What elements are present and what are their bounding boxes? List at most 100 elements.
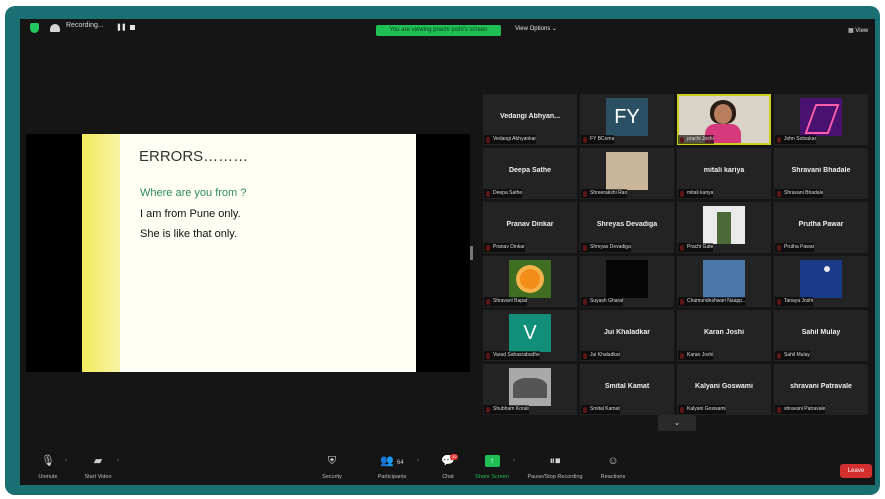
unmute-label: Unmute (38, 474, 58, 480)
share-options-caret[interactable]: ⌃ (512, 459, 516, 465)
participant-name-label: Pranav Dinkar (484, 243, 525, 252)
participant-tile[interactable]: Sahil Mulay Sahil Mulay (774, 310, 868, 361)
participant-center-name: shravani Patravale (790, 383, 852, 390)
participant-tile[interactable]: Shravani Bapat (483, 256, 577, 307)
participant-tile[interactable]: Deepa Sathe Deepa Sathe (483, 148, 577, 199)
participant-gallery: Vedangi Abhyan... Vedangi Abhyankar FY FY B… (483, 94, 868, 415)
participant-center-name: Sahil Mulay (801, 329, 841, 336)
participant-tile[interactable]: Prutha Pawar Prutha Pawar (774, 202, 868, 253)
security-button[interactable]: ⛨ Security (316, 454, 348, 480)
slide-line: I am from Pune only. (140, 208, 241, 220)
stop-recording-icon[interactable] (130, 25, 135, 30)
meeting-toolbar: 🎙 Unmute ⌃ ▰ Start Video ⌃ ⛨ Security 👥 … (20, 451, 875, 485)
participant-center-name: Deepa Sathe (508, 167, 552, 174)
shield-icon[interactable] (30, 23, 39, 33)
participant-name-label: Shreyas Devadiga (581, 243, 631, 252)
participant-name-label: Prachi Gate (678, 243, 714, 252)
participant-tile[interactable]: Prachi Gate (677, 202, 771, 253)
unmute-button[interactable]: 🎙 Unmute (28, 454, 68, 480)
view-label: View (855, 28, 869, 34)
participant-center-name: Smital Kamat (604, 383, 650, 390)
pause-stop-recording-button[interactable]: ⏸⏹ Pause/Stop Recording (522, 454, 588, 480)
recording-label: Recording... (66, 22, 104, 29)
participant-tile[interactable]: shravani Patravale shravani Patravale (774, 364, 868, 415)
participant-tile[interactable]: Smital Kamat Smital Kamat (580, 364, 674, 415)
video-options-caret[interactable]: ⌃ (116, 459, 120, 465)
chat-label: Chat (442, 474, 454, 480)
view-button[interactable]: ▦ View (848, 27, 868, 34)
participant-tile[interactable]: Kalyani Goswami Kalyani Goswami (677, 364, 771, 415)
participant-name-label: Deepa Sathe (484, 189, 523, 198)
participant-tile[interactable]: Tanaya Joshi (774, 256, 868, 307)
reactions-icon: ☺ (607, 455, 619, 467)
participant-center-name: Kalyani Goswami (695, 383, 753, 390)
reactions-button[interactable]: ☺ Reactions (596, 454, 630, 480)
slide-line: She is like that only. (140, 228, 238, 240)
participant-tile[interactable]: Pranav Dinkar Pranav Dinkar (483, 202, 577, 253)
participants-icon: 👥 64 (380, 455, 404, 467)
participant-center-name: Prutha Pawar (798, 221, 844, 228)
shared-screen: ERRORS……… Where are you from ? I am from… (26, 134, 470, 372)
start-video-label: Start Video (84, 474, 112, 480)
participant-photo (703, 206, 745, 244)
top-bar: Recording... ❚❚ You are viewing prachi j… (20, 19, 875, 37)
participant-tile[interactable]: Jui Khaladkar Jui Khaladkar (580, 310, 674, 361)
share-screen-label: Share Screen (475, 474, 509, 480)
muted-mic-icon: 🎙 (41, 455, 55, 467)
audio-options-caret[interactable]: ⌃ (64, 459, 68, 465)
participant-tile[interactable]: Shreyas Devadiga Shreyas Devadiga (580, 202, 674, 253)
participant-center-name: Shreyas Devadiga (596, 221, 658, 228)
participant-tile[interactable]: Vedangi Abhyan... Vedangi Abhyankar (483, 94, 577, 145)
participant-name-label: Shubham Korali (484, 405, 529, 414)
participant-name-label: Chamundeshwari Naapp... (678, 297, 747, 306)
resize-handle[interactable] (470, 246, 473, 260)
slide-decoration (82, 134, 120, 372)
pause-recording-icon[interactable]: ❚❚ (116, 23, 127, 31)
gallery-next-page-button[interactable]: ⌄ (658, 415, 696, 431)
participant-tile[interactable]: mitali kariya mitali kariya (677, 148, 771, 199)
participant-name-label: Tanaya Joshi (775, 297, 814, 306)
participant-name-label: prachi Joshi (678, 135, 714, 144)
zoom-meeting-window: Recording... ❚❚ You are viewing prachi j… (20, 19, 875, 485)
participant-tile[interactable]: John Sotoukar (774, 94, 868, 145)
participant-tile[interactable]: Suyash Gharat (580, 256, 674, 307)
participant-center-name: Jui Khaladkar (604, 329, 650, 336)
view-options-button[interactable]: View Options ⌄ (515, 25, 557, 32)
participants-button[interactable]: 👥 64 Participants (370, 454, 414, 480)
slide-title: ERRORS……… (139, 148, 249, 165)
start-video-button[interactable]: ▰ Start Video (76, 454, 120, 480)
participant-name-label: Sahil Mulay (775, 351, 810, 360)
participant-center-name: Pranav Dinkar (506, 221, 554, 228)
participant-photo (509, 260, 551, 298)
chevron-down-icon: ⌄ (673, 418, 681, 427)
participant-name-label: Prutha Pawar (775, 243, 815, 252)
participant-name-label: Shravani Bhadale (775, 189, 824, 198)
slide-question: Where are you from ? (140, 187, 247, 199)
participant-name-label: Kalyani Goswami (678, 405, 726, 414)
participant-tile[interactable]: Shravani Bhadale Shravani Bhadale (774, 148, 868, 199)
participant-name-label: shravani Patravale (775, 405, 826, 414)
leave-button[interactable]: Leave (840, 464, 872, 478)
participant-center-name: Karan Joshi (703, 329, 745, 336)
participant-tile[interactable]: Shreerakshi Rao (580, 148, 674, 199)
chat-button[interactable]: 💬 10 Chat (432, 454, 464, 480)
chat-icon: 💬 (441, 455, 455, 467)
participant-tile[interactable]: Karan Joshi Karan Joshi (677, 310, 771, 361)
participants-options-caret[interactable]: ⌃ (416, 459, 420, 465)
participant-tile[interactable]: prachi Joshi (677, 94, 771, 145)
participant-tile[interactable]: Shubham Korali (483, 364, 577, 415)
participant-name-label: Shreerakshi Rao (581, 189, 628, 198)
participant-tile[interactable]: V Varad Sahasrabudhe (483, 310, 577, 361)
participant-tile[interactable]: Chamundeshwari Naapp... (677, 256, 771, 307)
participant-photo (703, 260, 745, 298)
share-screen-button[interactable]: ↑ Share Screen (472, 454, 512, 480)
participant-name-label: Smital Kamat (581, 405, 620, 414)
presentation-slide: ERRORS……… Where are you from ? I am from… (82, 134, 416, 372)
cloud-recording-icon (50, 24, 60, 32)
participant-tile[interactable]: FY FY BComa (580, 94, 674, 145)
participant-photo (606, 260, 648, 298)
participant-name-label: Vedangi Abhyankar (484, 135, 537, 144)
participant-photo (509, 368, 551, 406)
participants-label: Participants (377, 474, 407, 480)
pause-stop-icon: ⏸⏹ (549, 455, 561, 467)
